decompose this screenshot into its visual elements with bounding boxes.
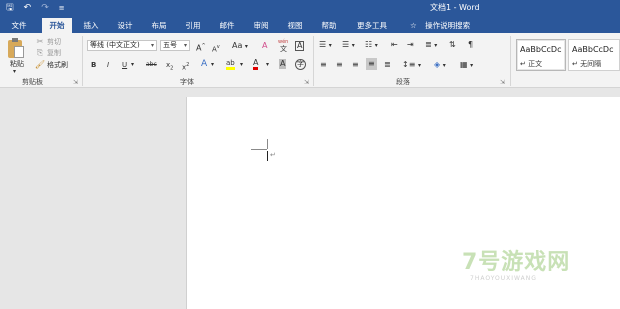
paragraph-launcher-icon[interactable]: ⇲ (500, 79, 505, 86)
enclose-characters-button[interactable]: 字 (295, 59, 306, 70)
tell-me-label: 操作说明搜索 (425, 21, 471, 30)
tab-help[interactable]: 帮助 (316, 18, 342, 33)
multilevel-list-button[interactable]: ☷ ▾ (365, 40, 378, 51)
highlight-dropdown-icon[interactable]: ▾ (240, 60, 243, 70)
font-group-label: 字体 (180, 78, 194, 86)
format-painter-button[interactable]: 格式刷 (47, 60, 68, 70)
show-marks-button[interactable]: ¶ (468, 40, 473, 50)
sort-icon[interactable]: ⇅ (449, 40, 456, 50)
strikethrough-button[interactable]: abc (146, 60, 157, 70)
font-color-button[interactable]: A (253, 59, 259, 70)
highlight-button[interactable]: ab (226, 59, 235, 70)
style-sample: AaBbCcDc (520, 45, 562, 54)
tab-view[interactable]: 视图 (282, 18, 308, 33)
decrease-indent-button[interactable]: ⇤ (391, 40, 398, 50)
text-effects-dropdown-icon[interactable]: ▾ (211, 60, 214, 70)
character-border-button[interactable]: A (295, 41, 305, 51)
cut-icon: ✂ (36, 37, 44, 46)
tab-design[interactable]: 设计 (112, 18, 138, 33)
divider (313, 36, 314, 86)
style-name: ↵ 正文 (520, 60, 543, 68)
style-no-spacing[interactable]: AaBbCcDc ↵ 无间隔 (568, 39, 620, 71)
paste-icon[interactable] (8, 38, 24, 58)
subscript-button[interactable]: x2 (166, 60, 173, 73)
borders-button[interactable]: ▦ ▾ (460, 60, 473, 71)
document-title: 文档1 - Word (430, 3, 480, 12)
character-shading-button[interactable]: A (279, 59, 287, 69)
crop-mark (251, 149, 267, 150)
tab-more-tools[interactable]: 更多工具 (352, 18, 392, 33)
crop-mark (267, 139, 268, 149)
tell-me-box[interactable]: ☆ 操作说明搜索 (410, 18, 470, 33)
font-launcher-icon[interactable]: ⇲ (304, 79, 309, 86)
copy-button[interactable]: 复制 (47, 48, 61, 58)
quick-access-toolbar: 🖫 ↶ ↷ ≡ (6, 2, 65, 14)
phonetic-guide-icon: 文 (280, 45, 287, 53)
chevron-down-icon: ▾ (150, 42, 154, 49)
tab-insert[interactable]: 插入 (78, 18, 104, 33)
style-normal[interactable]: AaBbCcDc ↵ 正文 (516, 39, 566, 71)
copy-icon: ⎘ (36, 48, 44, 57)
underline-button[interactable]: U (122, 60, 127, 70)
italic-button[interactable]: I (107, 60, 109, 70)
tab-references[interactable]: 引用 (180, 18, 206, 33)
shrink-font-button[interactable]: Av (212, 42, 220, 54)
watermark: 7号游戏网 7HAOYOUXIWANG (462, 244, 582, 294)
tab-home[interactable]: 开始 (42, 18, 72, 33)
align-center-button[interactable]: ≡ (336, 60, 343, 70)
paragraph-group-label: 段落 (396, 78, 410, 86)
customize-qat-icon[interactable]: ≡ (59, 2, 65, 14)
tab-file[interactable]: 文件 (4, 18, 34, 33)
tab-mailings[interactable]: 邮件 (214, 18, 240, 33)
clipboard-group-label: 剪贴板 (22, 78, 43, 86)
lightbulb-icon: ☆ (410, 21, 417, 30)
align-right-button[interactable]: ≡ (352, 60, 359, 70)
format-painter-icon: 🖌 (34, 60, 46, 69)
text-cursor (267, 151, 268, 161)
line-spacing-button[interactable]: ↕≡ ▾ (402, 60, 421, 71)
superscript-button[interactable]: x2 (182, 60, 189, 72)
change-case-button[interactable]: Aa ▾ (232, 41, 248, 52)
clear-formatting-button[interactable]: A (262, 41, 267, 51)
numbering-button[interactable]: ☰ ▾ (342, 40, 355, 51)
divider (510, 36, 511, 86)
justify-button[interactable]: ≡ (366, 58, 377, 70)
paragraph-mark-icon: ↵ (270, 151, 276, 159)
ribbon-tabs: 文件 开始 插入 设计 布局 引用 邮件 审阅 视图 帮助 更多工具 ☆ 操作说… (0, 16, 620, 33)
grow-font-button[interactable]: A^ (196, 41, 206, 54)
style-sample: AaBbCcDc (572, 45, 614, 54)
distributed-button[interactable]: ≣ (384, 60, 391, 70)
text-effects-button[interactable]: A (201, 59, 207, 69)
font-size-combo[interactable]: 五号 ▾ (160, 40, 190, 51)
clipboard-launcher-icon[interactable]: ⇲ (73, 79, 78, 86)
watermark-logo: 7号游戏网 (462, 250, 571, 275)
align-left-button[interactable]: ≡ (320, 60, 327, 70)
divider (82, 36, 83, 86)
undo-icon[interactable]: ↶ (24, 2, 32, 14)
shading-button[interactable]: ◈ ▾ (434, 60, 446, 71)
font-name-value: 等线 (中文正文) (90, 41, 140, 49)
redo-icon[interactable]: ↷ (41, 2, 49, 14)
underline-dropdown-icon[interactable]: ▾ (131, 60, 134, 70)
cut-button[interactable]: 剪切 (47, 37, 61, 47)
bold-button[interactable]: B (91, 60, 96, 70)
font-color-dropdown-icon[interactable]: ▾ (266, 60, 269, 70)
style-name: ↵ 无间隔 (572, 60, 602, 68)
font-name-combo[interactable]: 等线 (中文正文) ▾ (87, 40, 157, 51)
tab-layout[interactable]: 布局 (146, 18, 172, 33)
save-icon[interactable]: 🖫 (6, 2, 14, 14)
paste-dropdown-icon[interactable]: ▾ (13, 67, 16, 77)
ribbon-home: 粘贴 ▾ ✂ 剪切 ⎘ 复制 🖌 格式刷 剪贴板 ⇲ 等线 (中文正文) ▾ 五… (0, 33, 620, 88)
bullets-button[interactable]: ☰ ▾ (319, 40, 332, 51)
increase-indent-button[interactable]: ⇥ (407, 40, 414, 50)
font-size-value: 五号 (163, 41, 177, 49)
chevron-down-icon: ▾ (183, 42, 187, 49)
title-bar: 🖫 ↶ ↷ ≡ 文档1 - Word (0, 0, 620, 16)
chinese-layout-button[interactable]: ≣ ▾ (425, 40, 437, 51)
watermark-url: 7HAOYOUXIWANG (470, 275, 537, 282)
tab-review[interactable]: 审阅 (248, 18, 274, 33)
